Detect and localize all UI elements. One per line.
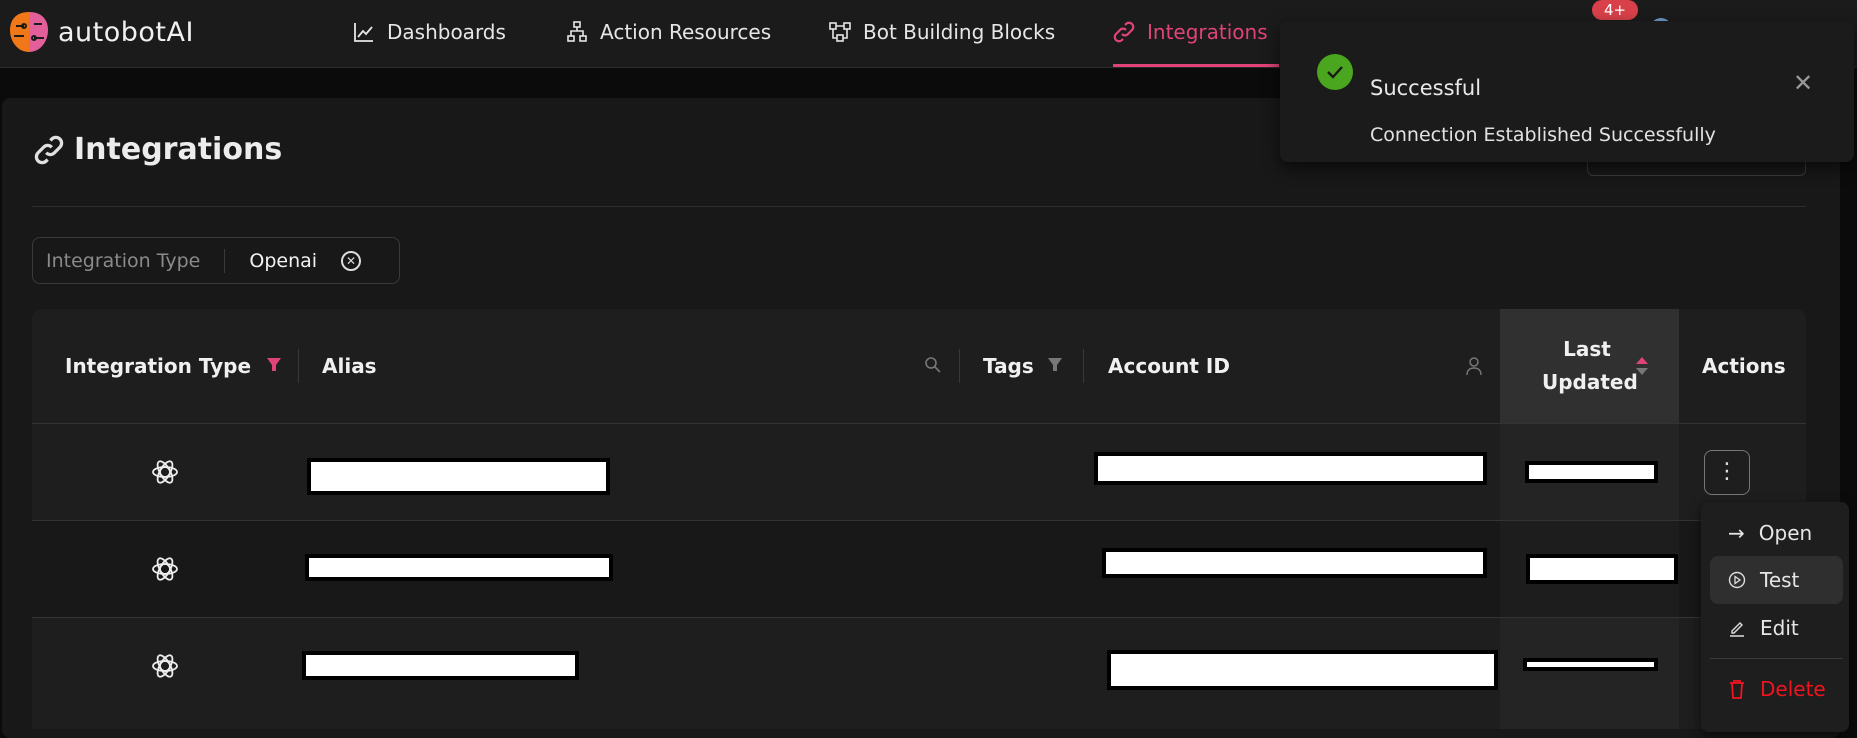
- table-row[interactable]: [32, 617, 1806, 729]
- column-label: Alias: [322, 354, 377, 378]
- filter-icon[interactable]: [1047, 358, 1062, 374]
- divider: [32, 206, 1806, 207]
- toast-title: Successful: [1370, 76, 1482, 100]
- nav-label: Action Resources: [600, 20, 772, 44]
- redacted-account-id: [1094, 452, 1487, 485]
- link-icon: [34, 135, 64, 164]
- nav-action-resources[interactable]: Action Resources: [566, 20, 771, 44]
- menu-item-label: Delete: [1760, 677, 1826, 701]
- sort-icon[interactable]: [1635, 356, 1649, 376]
- column-label: Actions: [1702, 354, 1786, 378]
- filter-icon[interactable]: [267, 358, 282, 374]
- redacted-alias: [302, 651, 579, 680]
- column-separator: [959, 349, 960, 383]
- column-header-integration-type[interactable]: Integration Type: [65, 309, 282, 423]
- brain-logo-icon: [10, 12, 48, 52]
- play-circle-icon: [1728, 571, 1746, 589]
- search-icon[interactable]: [924, 356, 942, 374]
- column-label: Tags: [983, 354, 1034, 378]
- redacted-last-updated: [1525, 461, 1658, 483]
- blocks-icon: [829, 22, 851, 42]
- filter-label: Integration Type: [46, 249, 201, 272]
- column-header-tags[interactable]: Tags: [983, 309, 1062, 423]
- nav-dashboards[interactable]: Dashboards: [353, 20, 506, 44]
- column-label: Last Updated: [1542, 337, 1638, 394]
- menu-item-label: Test: [1760, 568, 1800, 592]
- notification-badge[interactable]: 4+: [1592, 0, 1638, 20]
- row-actions-button[interactable]: ⋮: [1704, 450, 1750, 495]
- nav-label: Integrations: [1147, 20, 1268, 44]
- menu-item-open[interactable]: → Open: [1710, 509, 1843, 557]
- column-header-account-id[interactable]: Account ID: [1108, 309, 1230, 423]
- logo[interactable]: autobotAI: [6, 8, 194, 56]
- toast-message: Connection Established Successfully: [1370, 124, 1716, 146]
- sitemap-icon: [567, 21, 587, 42]
- redacted-last-updated: [1526, 554, 1678, 584]
- column-separator: [298, 349, 299, 383]
- menu-item-test[interactable]: Test: [1710, 556, 1843, 604]
- filter-chip: Integration Type Openai ✕: [32, 237, 400, 284]
- page-title: Integrations: [32, 132, 282, 167]
- redacted-last-updated: [1523, 658, 1658, 671]
- redacted-account-id: [1107, 650, 1498, 690]
- menu-item-label: Open: [1758, 521, 1813, 545]
- nav-bot-building-blocks[interactable]: Bot Building Blocks: [829, 20, 1055, 44]
- column-label: Integration Type: [65, 354, 252, 378]
- menu-item-edit[interactable]: Edit: [1710, 604, 1843, 652]
- row-actions-menu: → Open Test Edit Delete: [1701, 502, 1849, 732]
- check-circle-icon: [1317, 54, 1353, 90]
- column-label: Account ID: [1108, 354, 1230, 378]
- trash-icon: [1730, 680, 1744, 699]
- menu-item-label: Edit: [1760, 616, 1799, 640]
- redacted-alias: [305, 554, 613, 581]
- page-title-text: Integrations: [74, 132, 283, 167]
- arrow-right-icon: →: [1728, 521, 1745, 545]
- active-tab-indicator: [1113, 64, 1279, 67]
- openai-icon: [152, 460, 178, 484]
- column-header-last-updated[interactable]: Last Updated: [1532, 309, 1642, 423]
- close-icon[interactable]: ✕: [1793, 69, 1813, 97]
- menu-divider: [1710, 658, 1843, 659]
- column-header-actions: Actions: [1702, 309, 1786, 423]
- logo-text: autobotAI: [58, 16, 194, 48]
- clear-filter-icon[interactable]: ✕: [341, 250, 362, 271]
- column-header-alias[interactable]: Alias: [322, 309, 377, 423]
- pencil-icon: [1730, 622, 1744, 637]
- filter-value: Openai: [249, 249, 318, 272]
- menu-item-delete[interactable]: Delete: [1710, 665, 1843, 713]
- redacted-account-id: [1102, 548, 1487, 578]
- redacted-alias: [307, 458, 610, 495]
- user-icon[interactable]: [1465, 356, 1483, 376]
- nav-label: Bot Building Blocks: [863, 20, 1056, 44]
- chip-separator: [224, 248, 226, 273]
- openai-icon: [152, 557, 178, 581]
- kebab-icon: ⋮: [1716, 459, 1738, 484]
- nav-label: Dashboards: [387, 20, 506, 44]
- nav-integrations[interactable]: Integrations: [1113, 20, 1268, 44]
- success-toast: Successful Connection Established Succes…: [1280, 21, 1854, 162]
- column-separator: [1083, 349, 1084, 383]
- chart-line-icon: [354, 23, 373, 42]
- link-icon: [1113, 21, 1135, 43]
- openai-icon: [152, 654, 178, 678]
